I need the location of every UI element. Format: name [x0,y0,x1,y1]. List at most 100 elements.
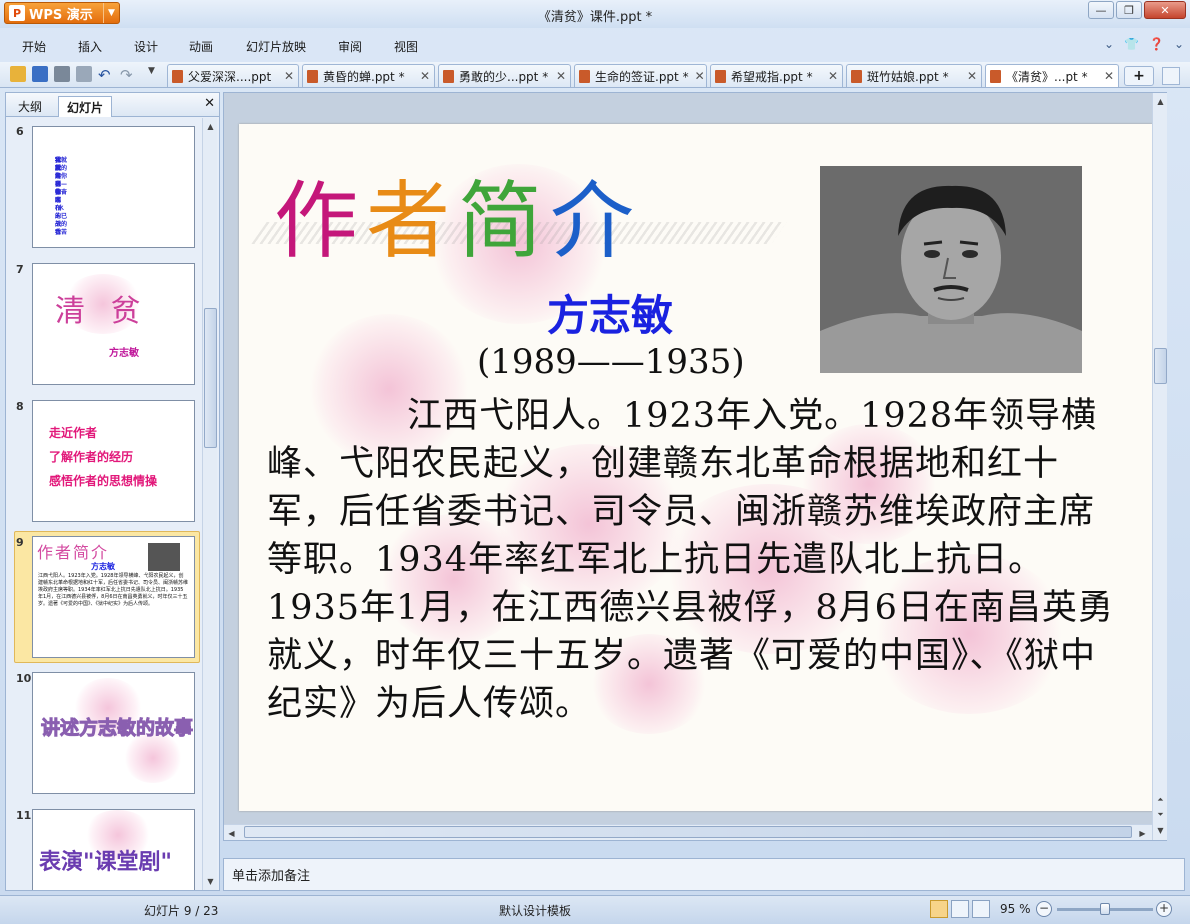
author-biography: 江西弋阳人。1923年入党。1928年领导横峰、弋阳农民起义，创建赣东北革命根据… [267,396,1114,724]
author-name: 方志敏 [547,291,674,340]
tab-outline[interactable]: 大纲 [10,96,50,117]
scroll-right-icon[interactable]: ▶ [1136,826,1149,840]
minimize-button[interactable]: — [1088,1,1114,19]
notes-pane[interactable]: 单击添加备注 [223,858,1185,891]
menu-review[interactable]: 审阅 [338,38,362,55]
author-years: (1989——1935) [477,342,745,382]
close-tab-icon[interactable]: ✕ [689,69,705,83]
slide-thumbnail-11[interactable]: 表演"课堂剧" [32,809,195,890]
slideshow-view-icon[interactable] [972,900,990,918]
previous-slide-icon[interactable]: ⏶ [1154,793,1167,807]
menu-insert[interactable]: 插入 [78,38,102,55]
restore-button[interactable]: ❐ [1116,1,1142,19]
undo-icon[interactable]: ↶ [98,66,114,84]
close-button[interactable]: ✕ [1144,1,1186,19]
thumb-number: 7 [16,263,24,276]
scroll-up-icon[interactable]: ▲ [204,119,217,133]
author-portrait [820,166,1082,373]
slide-thumbnail-9[interactable]: 作者简介 方志敏 江西弋阳人。1923年入党。1928年领导横峰、弋阳农民起义，… [32,536,195,658]
print-icon[interactable] [54,66,70,82]
slide-title: 作者简介 [274,172,643,270]
scroll-down-icon[interactable]: ▼ [1154,823,1167,837]
slide-editor: 作者简介 方志敏 (1989——1935) 江西弋阳人。1923年入党。1928… [223,92,1167,841]
open-icon[interactable] [10,66,26,82]
menu-design[interactable]: 设计 [134,38,158,55]
horizontal-scrollbar[interactable]: ◀ ▶ [224,824,1152,840]
thumbnail-scrollbar[interactable]: ▲ ▼ [202,118,217,890]
ppt-file-icon [715,69,726,83]
quick-access-toolbar: ↶ ↷ ▼ 父爱深深....ppt ✕ 黄昏的蝉.ppt * ✕ 勇敢的少...pp… [0,62,1190,88]
customize-toolbar-icon[interactable]: ▼ [148,66,164,82]
doc-tab-active[interactable]: 《清贫》...pt * ✕ [985,64,1119,87]
close-panel-icon[interactable]: ✕ [204,96,215,111]
menu-view[interactable]: 视图 [394,38,418,55]
thumb-number: 10 [16,672,32,685]
ribbon-options-icon[interactable]: ⌄ [1174,37,1184,51]
tab-slides[interactable]: 幻灯片 [58,96,113,117]
thumb-number: 8 [16,400,24,413]
collapse-ribbon-icon[interactable]: ⌄ [1104,37,1114,51]
close-tab-icon[interactable]: ✕ [414,69,430,83]
notes-placeholder: 单击添加备注 [232,869,311,884]
zoom-out-button[interactable]: − [1036,901,1052,917]
menu-slideshow[interactable]: 幻灯片放映 [246,38,306,55]
close-tab-icon[interactable]: ✕ [1098,69,1114,83]
ppt-file-icon [443,69,454,83]
close-tab-icon[interactable]: ✕ [961,69,977,83]
skin-icon[interactable]: 👕 [1124,37,1139,51]
menu-animation[interactable]: 动画 [189,38,213,55]
scroll-left-icon[interactable]: ◀ [225,826,238,840]
save-icon[interactable] [32,66,48,82]
ppt-file-icon [990,69,1001,83]
ppt-file-icon [579,69,590,83]
slide-sorter-view-icon[interactable] [951,900,969,918]
close-tab-icon[interactable]: ✕ [278,69,294,83]
next-slide-icon[interactable]: ⏷ [1154,808,1167,822]
doc-tab[interactable]: 生命的签证.ppt * ✕ [574,64,707,87]
help-icon[interactable]: ❓ [1149,37,1164,51]
doc-tab[interactable]: 黄昏的蝉.ppt * ✕ [302,64,435,87]
status-bar: 幻灯片 9 / 23 默认设计模板 95 % − + [0,895,1190,924]
scrollbar-thumb[interactable] [204,308,217,448]
wps-presentation-window: P WPS 演示 ▼ 《清贫》课件.ppt * — ❐ ✕ 开始 插入 设计 动… [0,0,1190,924]
scroll-down-icon[interactable]: ▼ [204,874,217,888]
doc-tab[interactable]: 勇敢的少...ppt * ✕ [438,64,571,87]
print-preview-icon[interactable] [76,66,92,82]
slide-thumbnail-10[interactable]: 讲述方志敏的故事 [32,672,195,794]
redo-icon[interactable]: ↷ [120,66,136,84]
title-bar: P WPS 演示 ▼ 《清贫》课件.ppt * — ❐ ✕ [0,0,1190,28]
thumb-number: 11 [16,809,32,822]
thumbnail-list: 6 可爱的母亲呵 我苦斗 我奋斗 我就为了你 我所读到中国 布的天香 我就为了你… [6,118,203,890]
current-slide[interactable]: 作者简介 方志敏 (1989——1935) 江西弋阳人。1923年入党。1928… [239,124,1153,811]
scrollbar-thumb[interactable] [244,826,1132,838]
ppt-file-icon [172,69,183,83]
new-tab-button[interactable]: + [1124,66,1154,86]
slide-thumbnail-6[interactable]: 可爱的母亲呵 我苦斗 我奋斗 我就为了你 我所读到中国 布的天香 我就为了你 我… [32,126,195,248]
menu-bar: 开始 插入 设计 动画 幻灯片放映 审阅 视图 ⌄ 👕 ❓ ⌄ [0,34,1190,58]
close-tab-icon[interactable]: ✕ [822,69,838,83]
slide-thumbnail-7[interactable]: 清 贫 方志敏 [32,263,195,385]
doc-tab[interactable]: 斑竹姑娘.ppt * ✕ [846,64,982,87]
normal-view-icon[interactable] [930,900,948,918]
doc-tab[interactable]: 希望戒指.ppt * ✕ [710,64,843,87]
doc-tab[interactable]: 父爱深深....ppt ✕ [167,64,299,87]
vertical-scrollbar[interactable]: ▲ ⏶ ⏷ ▼ [1152,93,1167,840]
ppt-file-icon [851,69,862,83]
window-title: 《清贫》课件.ppt * [537,10,653,25]
thumb-number: 6 [16,125,24,138]
slide-thumbnail-8[interactable]: 走近作者 了解作者的经历 感悟作者的思想情操 [32,400,195,522]
scrollbar-thumb[interactable] [1154,348,1167,384]
ppt-file-icon [307,69,318,83]
zoom-in-button[interactable]: + [1156,901,1172,917]
tab-list-button[interactable] [1162,67,1180,85]
slide-counter: 幻灯片 9 / 23 [144,904,219,918]
design-template-name[interactable]: 默认设计模板 [499,902,571,919]
scroll-up-icon[interactable]: ▲ [1154,94,1167,108]
author-photo-thumb [148,543,180,571]
zoom-level: 95 % [1000,902,1031,916]
slides-panel: 大纲 幻灯片 ✕ 6 可爱的母亲呵 我苦斗 我奋斗 我就为了你 我所读到中国 布… [5,92,220,891]
zoom-slider-handle[interactable] [1100,903,1110,915]
close-tab-icon[interactable]: ✕ [550,69,566,83]
menu-home[interactable]: 开始 [22,38,46,55]
thumb-number: 9 [16,536,24,549]
